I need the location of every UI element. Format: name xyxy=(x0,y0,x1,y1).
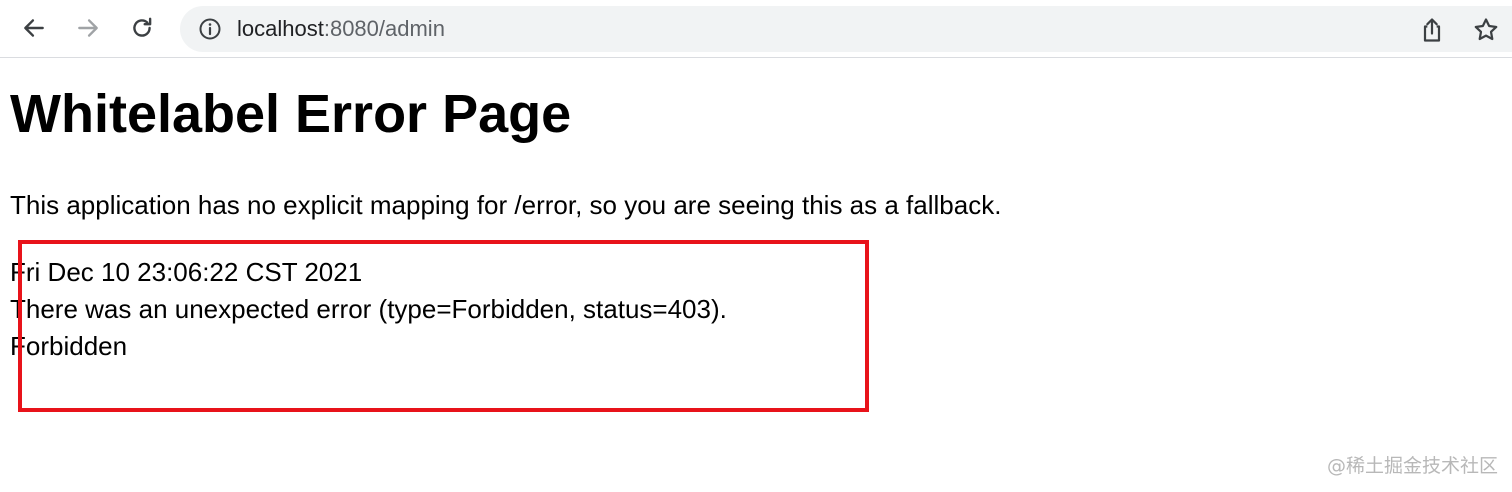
share-icon[interactable] xyxy=(1418,16,1446,44)
info-icon[interactable] xyxy=(198,17,222,41)
reload-icon xyxy=(133,17,152,37)
page-description: This application has no explicit mapping… xyxy=(10,190,1002,220)
page-title: Whitelabel Error Page xyxy=(10,84,572,144)
browser-toolbar: localhost:8080/admin xyxy=(0,0,1512,58)
error-timestamp: Fri Dec 10 23:06:22 CST 2021 xyxy=(10,257,363,287)
url-text[interactable]: localhost:8080/admin xyxy=(237,16,445,42)
arrow-left-icon xyxy=(24,19,44,37)
reload-button[interactable] xyxy=(122,8,162,48)
watermark: @稀土掘金技术社区 xyxy=(1326,455,1498,477)
url-host: localhost xyxy=(237,16,324,41)
arrow-right-icon xyxy=(78,19,98,37)
forward-button[interactable] xyxy=(68,8,108,48)
page-content: Whitelabel Error Page This application h… xyxy=(0,59,1512,492)
star-icon[interactable] xyxy=(1472,16,1500,44)
url-path: :8080/admin xyxy=(323,16,445,41)
error-message: There was an unexpected error (type=Forb… xyxy=(10,294,727,324)
back-button[interactable] xyxy=(14,8,54,48)
address-bar[interactable]: localhost:8080/admin xyxy=(180,6,1512,52)
error-details: Fri Dec 10 23:06:22 CST 2021 There was a… xyxy=(10,254,727,365)
error-detail: Forbidden xyxy=(10,331,128,361)
